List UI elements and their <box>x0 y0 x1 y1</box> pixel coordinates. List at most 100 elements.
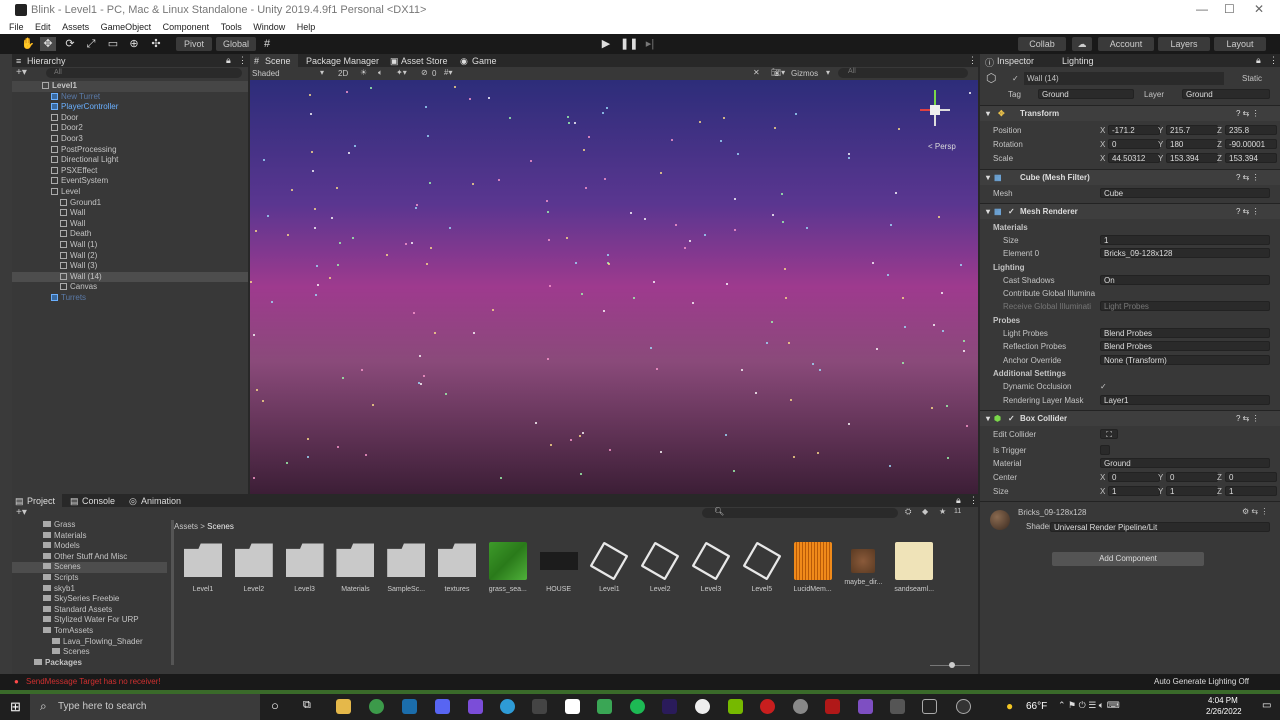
tree-scrollbar[interactable] <box>171 520 174 665</box>
cast-shadows-dropdown[interactable]: On <box>1100 275 1270 285</box>
hierarchy-item[interactable]: Wall (1) <box>12 240 248 251</box>
hierarchy-item[interactable]: PostProcessing <box>12 145 248 156</box>
spotify-icon[interactable] <box>630 699 645 714</box>
minimize-icon[interactable]: — <box>1196 2 1208 16</box>
size-x-field[interactable]: 1 <box>1108 486 1160 496</box>
scale-y-field[interactable]: 153.394 <box>1166 153 1218 163</box>
hierarchy-item[interactable]: PSXEffect <box>12 166 248 177</box>
mode-2d-button[interactable]: 2D <box>338 69 348 78</box>
asset-item[interactable]: LucidMem... <box>788 542 838 593</box>
rendering-layer-dropdown[interactable]: Layer1 <box>1100 395 1270 405</box>
hierarchy-item[interactable]: Door3 <box>12 134 248 145</box>
layer-dropdown[interactable]: Ground <box>1182 89 1270 99</box>
app-icon[interactable] <box>597 699 612 714</box>
scene-search-input[interactable]: All <box>838 68 968 78</box>
breadcrumb-scenes[interactable]: Scenes <box>207 522 234 531</box>
asset-item[interactable]: HOUSE <box>534 542 584 593</box>
orientation-gizmo[interactable] <box>915 88 955 134</box>
chrome-icon[interactable] <box>369 699 384 714</box>
hierarchy-search-input[interactable]: All <box>46 68 242 78</box>
additional-settings-foldout[interactable]: Additional Settings <box>980 367 1280 380</box>
project-tree-item[interactable]: TomAssets <box>12 626 167 637</box>
project-tree-item[interactable]: Packages <box>12 658 167 669</box>
clock-date[interactable]: 2/26/2022 <box>1206 707 1242 716</box>
project-tree-item[interactable]: Scripts <box>12 573 167 584</box>
asset-item[interactable]: grass_sea... <box>483 542 533 593</box>
component-menu-icons[interactable]: ? ⇆ ⋮ <box>1236 411 1260 427</box>
asset-item[interactable]: Level1 <box>178 542 228 593</box>
shader-dropdown[interactable]: Universal Render Pipeline/Lit <box>1050 522 1270 532</box>
asset-item[interactable]: Level5 <box>737 541 787 593</box>
project-tree-item[interactable]: skyb1 <box>12 584 167 595</box>
hierarchy-item[interactable]: Ground1 <box>12 198 248 209</box>
project-menu-icon[interactable]: ⋮ <box>969 495 978 506</box>
hierarchy-item[interactable]: Wall (14) <box>12 271 248 283</box>
hierarchy-item[interactable]: Directional Light <box>12 155 248 166</box>
light-probes-dropdown[interactable]: Blend Probes <box>1100 328 1270 338</box>
tab-package-manager[interactable]: Package Manager <box>306 56 379 66</box>
add-component-button[interactable]: Add Component <box>1052 552 1204 566</box>
enabled-checkbox[interactable]: ✓ <box>1008 204 1015 220</box>
project-tree-item[interactable]: Lava_Flowing_Shader <box>12 637 167 648</box>
tray-icons[interactable]: ⌃ ⚑ ⏻ ☰ 🔈︎ ⌨ <box>1058 700 1120 711</box>
materials-foldout[interactable]: Materials <box>980 221 1280 234</box>
menu-tools[interactable]: Tools <box>221 22 242 32</box>
pos-z-field[interactable]: 235.8 <box>1225 125 1277 135</box>
reflection-probes-dropdown[interactable]: Blend Probes <box>1100 341 1270 351</box>
inspector-menu-icon[interactable]: ⋮ <box>1269 55 1278 66</box>
asset-item[interactable]: Level3 <box>686 541 736 593</box>
menu-edit[interactable]: Edit <box>35 22 51 32</box>
rect-tool-icon[interactable]: ▭ <box>105 37 121 51</box>
hierarchy-item[interactable]: EventSystem <box>12 176 248 187</box>
app-icon[interactable] <box>565 699 580 714</box>
asset-item[interactable]: Level3 <box>280 542 330 593</box>
menu-assets[interactable]: Assets <box>62 22 89 32</box>
rotate-tool-icon[interactable]: ⟳ <box>62 37 78 51</box>
app-icon[interactable] <box>695 699 710 714</box>
foldout-icon[interactable]: ▾ <box>986 204 990 220</box>
panel-menu-icon[interactable]: ⋮ <box>238 55 247 66</box>
tab-project[interactable]: Project <box>27 496 55 506</box>
tab-console[interactable]: Console <box>82 496 115 506</box>
component-menu-icons[interactable]: ? ⇆ ⋮ <box>1236 170 1260 186</box>
pos-y-field[interactable]: 215.7 <box>1166 125 1218 135</box>
static-toggle[interactable]: Static <box>1242 72 1262 85</box>
audio-toggle-icon[interactable]: 🔈︎ <box>378 68 383 78</box>
project-tree-item[interactable]: Scenes <box>12 562 167 573</box>
github-icon[interactable] <box>956 699 971 714</box>
scale-x-field[interactable]: 44.50312 <box>1108 153 1160 163</box>
probes-foldout[interactable]: Probes <box>980 314 1280 327</box>
anchor-override-field[interactable]: None (Transform) <box>1100 355 1270 365</box>
center-z-field[interactable]: 0 <box>1225 472 1277 482</box>
move-tool-icon[interactable]: ✥ <box>40 37 56 51</box>
scene-viewport[interactable]: < Persp <box>250 80 978 494</box>
hierarchy-item[interactable]: Wall <box>12 208 248 219</box>
close-icon[interactable]: ✕ <box>1254 2 1264 16</box>
hierarchy-item[interactable]: Level1 <box>12 81 248 92</box>
size-z-field[interactable]: 1 <box>1225 486 1277 496</box>
steam-icon[interactable] <box>402 699 417 714</box>
foldout-icon[interactable]: ▾ <box>986 411 990 427</box>
discord-icon[interactable] <box>435 699 450 714</box>
hierarchy-item[interactable]: Level <box>12 187 248 198</box>
asset-item[interactable]: sandseaml... <box>889 542 939 593</box>
is-trigger-checkbox[interactable] <box>1100 445 1110 455</box>
material-menu-icons[interactable]: ⚙ ⇆ ⋮ <box>1242 507 1268 516</box>
mesh-field[interactable]: Cube <box>1100 188 1270 198</box>
shading-dropdown[interactable]: Shaded <box>252 69 280 78</box>
status-error-message[interactable]: SendMessage Target has no receiver! <box>26 674 161 690</box>
mesh-filter-header[interactable]: ▾ ▦ Cube (Mesh Filter) ? ⇆ ⋮ <box>980 169 1280 185</box>
menu-help[interactable]: Help <box>297 22 316 32</box>
receive-gi-dropdown[interactable]: Light Probes <box>1100 301 1270 311</box>
hierarchy-item[interactable]: Wall (2) <box>12 251 248 262</box>
grid-snap-icon[interactable]: # <box>260 37 274 51</box>
dynamic-occlusion-checkbox[interactable]: ✓ <box>1100 380 1107 393</box>
maximize-icon[interactable]: ☐ <box>1224 2 1235 16</box>
clock-time[interactable]: 4:04 PM <box>1208 696 1238 705</box>
scale-z-field[interactable]: 153.394 <box>1225 153 1277 163</box>
filter-label-icon[interactable]: ◆ <box>922 507 928 516</box>
project-search-input[interactable] <box>702 508 898 518</box>
component-menu-icons[interactable]: ? ⇆ ⋮ <box>1236 106 1260 122</box>
hierarchy-item[interactable]: Death <box>12 229 248 240</box>
menu-gameobject[interactable]: GameObject <box>101 22 152 32</box>
